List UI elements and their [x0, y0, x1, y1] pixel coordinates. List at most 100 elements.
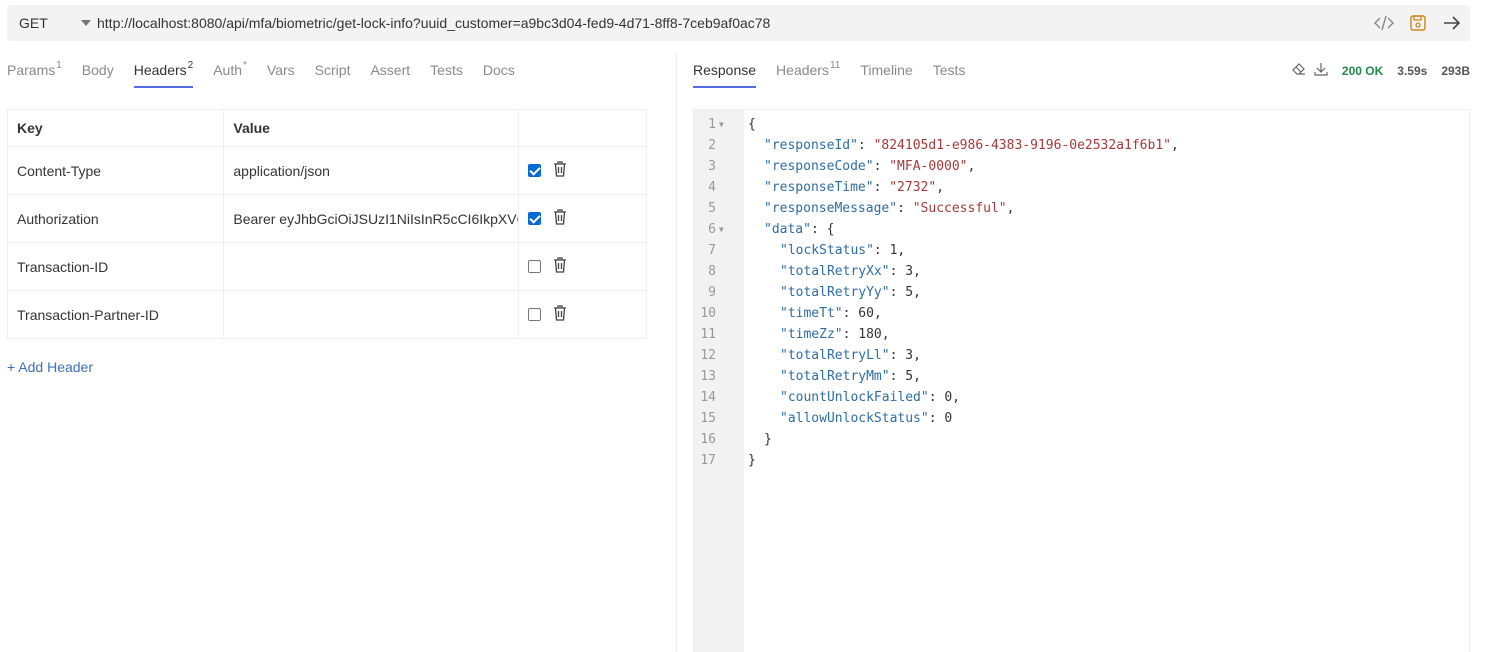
tab-tests[interactable]: Tests [430, 58, 463, 88]
code-text: "lockStatus": 1, [780, 243, 906, 258]
tab-label: Tests [430, 62, 463, 78]
line-number: 9 [708, 285, 716, 300]
line-number: 4 [708, 180, 716, 195]
header-value-cell[interactable] [223, 242, 520, 291]
header-key-cell[interactable]: Authorization [6, 194, 225, 243]
tab-response-tests[interactable]: Tests [933, 58, 966, 88]
tab-count: 2 [187, 60, 194, 71]
json-key: "timeZz" [780, 327, 843, 342]
line-number: 12 [700, 348, 716, 363]
trash-icon[interactable] [553, 161, 567, 180]
json-value: 60 [858, 306, 874, 321]
response-tabs: Response Headers11 Timeline Tests [693, 58, 965, 90]
headers-table: Key Value Content-Type application/json … [6, 109, 647, 339]
enable-checkbox[interactable] [528, 260, 542, 273]
json-value: 5 [905, 285, 914, 300]
code-text: "countUnlockFailed": 0, [780, 390, 961, 405]
tab-label: Auth [213, 62, 243, 78]
enable-checkbox[interactable] [528, 164, 542, 177]
json-value: 3 [905, 264, 914, 279]
tab-script[interactable]: Script [315, 58, 351, 88]
tab-response[interactable]: Response [693, 58, 757, 88]
tab-label: Headers [133, 62, 187, 78]
url-bar: GET http://localhost:8080/api/mfa/biomet… [7, 5, 1470, 41]
line-number: 2 [708, 138, 716, 153]
tab-label: Timeline [860, 62, 913, 78]
line-number: 10 [700, 306, 716, 321]
line-number: 5 [708, 201, 716, 216]
trash-icon[interactable] [553, 257, 567, 276]
response-status-bar: 200 OK 3.59s 293B [1292, 62, 1470, 79]
tab-docs[interactable]: Docs [483, 58, 515, 88]
tab-label: Headers [776, 62, 829, 78]
tab-label: Tests [932, 62, 966, 78]
tab-vars[interactable]: Vars [267, 58, 295, 88]
line-number: 15 [700, 411, 716, 426]
tab-label: Body [81, 62, 114, 78]
tab-label: Script [314, 62, 351, 78]
tab-label: Params [7, 62, 56, 78]
header-key-cell[interactable]: Content-Type [6, 146, 225, 195]
code-text: } [764, 432, 772, 447]
tab-count: 11 [829, 60, 841, 71]
column-header-value: Value [223, 109, 520, 147]
enable-checkbox[interactable] [528, 308, 542, 321]
status-badge: 200 OK [1341, 63, 1384, 78]
tab-timeline[interactable]: Timeline [860, 58, 912, 88]
json-key: "timeTt" [780, 306, 843, 321]
eraser-icon[interactable] [1292, 62, 1306, 79]
tab-body[interactable]: Body [82, 58, 114, 88]
code-text: "totalRetryXx": 3, [780, 264, 921, 279]
url-input[interactable]: http://localhost:8080/api/mfa/biometric/… [97, 15, 770, 31]
json-value: "824105d1-e986-4383-9196-0e2532a1f6b1" [873, 138, 1171, 153]
fold-toggle-icon[interactable]: ▼ [719, 219, 724, 240]
arrow-right-icon[interactable] [1442, 13, 1462, 33]
http-method-select[interactable]: GET [7, 15, 75, 31]
tab-label: Assert [370, 62, 411, 78]
line-number: 6 [708, 222, 716, 237]
chevron-down-icon[interactable] [75, 20, 97, 26]
json-value: 0 [944, 390, 953, 405]
tab-params[interactable]: Params1 [7, 58, 62, 88]
line-number: 17 [700, 453, 716, 468]
tab-auth[interactable]: Auth* [213, 58, 247, 88]
json-value: "Successful" [912, 201, 1007, 216]
table-row: Content-Type application/json [6, 146, 647, 195]
response-body-viewer[interactable]: 1 ▼{2 "responseId": "824105d1-e986-4383-91… [693, 109, 1470, 652]
header-value-cell[interactable]: Bearer eyJhbGciOiJSUzI1NiIsInR5cCI6IkpXV… [223, 194, 520, 243]
line-number: 7 [708, 243, 716, 258]
code-text: "allowUnlockStatus": 0 [780, 411, 953, 426]
header-key-cell[interactable]: Transaction-ID [6, 242, 225, 291]
tab-headers[interactable]: Headers2 [133, 58, 194, 88]
header-key-cell[interactable]: Transaction-Partner-ID [6, 290, 225, 339]
column-header-actions [518, 109, 647, 147]
table-row: Transaction-Partner-ID [6, 290, 647, 339]
trash-icon[interactable] [553, 209, 567, 228]
line-number: 1 [708, 117, 716, 132]
header-value-cell[interactable]: application/json [223, 146, 520, 195]
save-icon[interactable] [1408, 13, 1428, 33]
json-key: "totalRetryYy" [780, 285, 890, 300]
tab-response-headers[interactable]: Headers11 [776, 58, 840, 88]
header-value-cell[interactable] [223, 290, 520, 339]
header-actions-cell [518, 242, 647, 291]
code-text: "responseCode": "MFA-0000", [764, 159, 976, 174]
code-text: "responseMessage": "Successful", [764, 201, 1015, 216]
json-key: "data" [764, 222, 811, 237]
code-icon[interactable] [1374, 13, 1394, 33]
fold-toggle-icon[interactable]: ▼ [719, 114, 724, 135]
add-header-button[interactable]: + Add Header [7, 359, 93, 375]
url-actions [1374, 5, 1462, 41]
code-text: "data": { [764, 222, 835, 237]
table-row: Transaction-ID [6, 242, 647, 291]
line-number: 16 [700, 432, 716, 447]
download-icon[interactable] [1314, 62, 1328, 79]
json-value: 180 [858, 327, 882, 342]
line-number: 3 [708, 159, 716, 174]
enable-checkbox[interactable] [528, 212, 542, 225]
pane-divider[interactable] [676, 54, 677, 652]
header-actions-cell [518, 194, 647, 243]
trash-icon[interactable] [553, 305, 567, 324]
line-number: 13 [700, 369, 716, 384]
tab-assert[interactable]: Assert [370, 58, 410, 88]
